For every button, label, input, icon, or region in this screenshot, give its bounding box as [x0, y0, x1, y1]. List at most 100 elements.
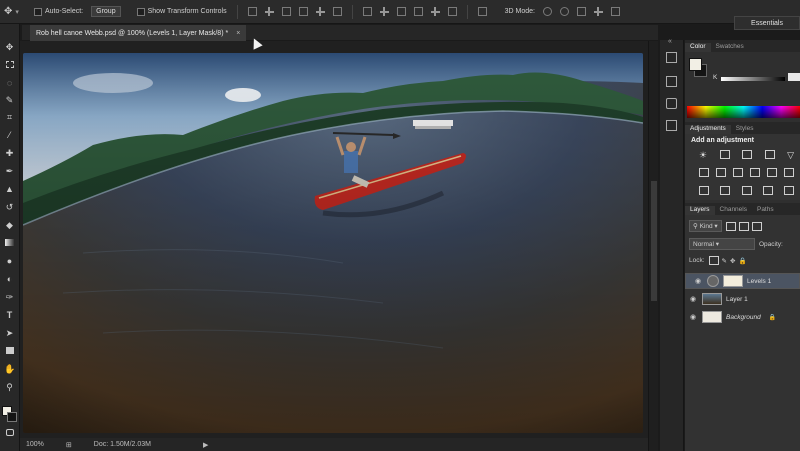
threshold-icon[interactable]	[741, 186, 752, 195]
lasso-icon[interactable]: ◌	[4, 78, 15, 89]
exposure-icon[interactable]	[764, 150, 775, 159]
distribute-right-icon[interactable]	[447, 7, 457, 16]
gradient-map-icon[interactable]	[762, 186, 773, 195]
canvas-photo[interactable]	[23, 53, 643, 433]
3d-slide-icon[interactable]	[593, 7, 603, 16]
zoom-level[interactable]: 100%	[26, 441, 44, 448]
distribute-top-icon[interactable]	[362, 7, 372, 16]
lock-pixels-icon[interactable]: ✎	[722, 257, 727, 265]
align-right-edges-icon[interactable]	[332, 7, 342, 16]
workspace-switcher[interactable]: Essentials	[734, 16, 800, 30]
quick-select-icon[interactable]: ✎	[4, 95, 15, 106]
visibility-eye-icon[interactable]: ◉	[688, 313, 698, 321]
visibility-eye-icon[interactable]: ◉	[693, 277, 703, 285]
status-icon[interactable]: ⊞	[66, 441, 72, 449]
filter-adjustment-icon[interactable]	[738, 221, 749, 231]
collapse-dock-icon[interactable]: «	[668, 38, 672, 45]
layer-row[interactable]: ◉ Layer 1	[685, 291, 800, 307]
filter-pixel-icon[interactable]	[725, 221, 736, 231]
brightness-contrast-icon[interactable]: ☀	[699, 150, 707, 161]
scrollbar-thumb[interactable]	[651, 181, 657, 301]
close-tab-icon[interactable]: ×	[236, 30, 240, 37]
hue-saturation-icon[interactable]	[699, 168, 709, 177]
curves-icon[interactable]	[742, 150, 753, 159]
align-vertical-centers-icon[interactable]	[264, 7, 274, 16]
path-select-icon[interactable]: ➤	[4, 328, 15, 339]
posterize-icon[interactable]	[720, 186, 731, 195]
panel-foreground-swatch[interactable]	[689, 58, 702, 71]
3d-roll-icon[interactable]	[559, 7, 569, 16]
blend-mode-dropdown[interactable]: Normal ▾	[689, 238, 755, 250]
color-balance-icon[interactable]	[716, 168, 726, 177]
tab-paths[interactable]: Paths	[752, 206, 779, 215]
tab-channels[interactable]: Channels	[715, 206, 752, 215]
eraser-icon[interactable]: ◆	[4, 220, 15, 231]
move-tool-preset[interactable]: ✥ ▾	[0, 0, 30, 24]
show-transform-controls-checkbox[interactable]: Show Transform Controls	[133, 0, 231, 24]
healing-icon[interactable]: ✚	[4, 148, 15, 159]
visibility-eye-icon[interactable]: ◉	[688, 295, 698, 303]
marquee-icon[interactable]	[4, 60, 15, 71]
tab-swatches[interactable]: Swatches	[711, 43, 749, 52]
k-channel-value-field[interactable]	[788, 73, 800, 81]
background-color-swatch[interactable]	[7, 412, 17, 422]
auto-select-check-box[interactable]	[34, 7, 42, 16]
distribute-bottom-icon[interactable]	[396, 7, 406, 16]
blur-icon[interactable]: ●	[4, 256, 15, 267]
layer-row[interactable]: ◉ Levels 1	[685, 273, 800, 289]
tab-layers[interactable]: Layers	[685, 206, 715, 215]
lock-all-icon[interactable]: 🔒	[738, 257, 746, 265]
filter-type-icon[interactable]	[751, 221, 762, 231]
channel-mixer-icon[interactable]	[767, 168, 777, 177]
shape-icon[interactable]	[4, 346, 15, 357]
align-left-edges-icon[interactable]	[298, 7, 308, 16]
lock-position-icon[interactable]: ✥	[730, 257, 735, 265]
layer-name[interactable]: Layer 1	[726, 296, 748, 303]
align-horizontal-centers-icon[interactable]	[315, 7, 325, 16]
black-white-icon[interactable]	[733, 168, 743, 177]
stamp-icon[interactable]: ▲	[4, 184, 15, 195]
3d-scale-icon[interactable]	[610, 7, 620, 16]
zoom-icon[interactable]: ⚲	[4, 382, 15, 393]
history-panel-icon[interactable]	[666, 52, 677, 63]
k-channel-slider[interactable]	[721, 77, 785, 81]
color-spectrum-ramp[interactable]	[687, 106, 800, 118]
color-lookup-icon[interactable]	[784, 168, 794, 177]
auto-select-target-dropdown[interactable]: Group	[87, 0, 124, 24]
gradient-icon[interactable]	[4, 238, 15, 249]
invert-icon[interactable]	[699, 186, 709, 195]
pen-icon[interactable]: ✑	[4, 292, 15, 303]
tab-styles[interactable]: Styles	[731, 125, 759, 134]
levels-icon[interactable]	[719, 150, 730, 159]
history-brush-icon[interactable]: ↺	[4, 202, 15, 213]
distribute-left-icon[interactable]	[413, 7, 423, 16]
status-arrow-icon[interactable]: ▶	[203, 441, 208, 449]
character-panel-icon[interactable]	[666, 98, 677, 109]
tab-adjustments[interactable]: Adjustments	[685, 125, 731, 134]
canvas-area[interactable]	[20, 41, 648, 438]
distribute-horizontal-centers-icon[interactable]	[430, 7, 440, 16]
align-bottom-edges-icon[interactable]	[281, 7, 291, 16]
auto-select-checkbox[interactable]: Auto-Select:	[30, 0, 87, 24]
auto-align-layers-icon[interactable]	[477, 7, 487, 16]
crop-icon[interactable]: ⌗	[4, 112, 15, 123]
layer-name[interactable]: Background	[726, 314, 761, 321]
layer-mask-thumb[interactable]	[723, 275, 743, 287]
document-tab[interactable]: Rob hell canoe Webb.psd @ 100% (Levels 1…	[30, 25, 247, 41]
layer-name[interactable]: Levels 1	[747, 278, 771, 285]
layer-row[interactable]: ◉ Background 🔒	[685, 309, 800, 325]
distribute-vertical-centers-icon[interactable]	[379, 7, 389, 16]
type-icon[interactable]: T	[4, 310, 15, 321]
hand-icon[interactable]: ✋	[4, 364, 15, 375]
eyedropper-icon[interactable]: ⁄	[4, 130, 15, 141]
tab-color[interactable]: Color	[685, 43, 711, 52]
align-top-edges-icon[interactable]	[247, 7, 257, 16]
canvas-vertical-scrollbar[interactable]	[648, 41, 658, 451]
properties-panel-icon[interactable]	[666, 76, 677, 87]
layer-filter-dropdown[interactable]: ⚲ Kind ▾	[689, 220, 722, 232]
dodge-icon[interactable]: ◐	[4, 274, 15, 285]
photo-filter-icon[interactable]	[750, 168, 760, 177]
vibrance-icon[interactable]: ▽	[787, 150, 794, 161]
brush-icon[interactable]: ✒	[4, 166, 15, 177]
3d-pan-icon[interactable]	[576, 7, 586, 16]
